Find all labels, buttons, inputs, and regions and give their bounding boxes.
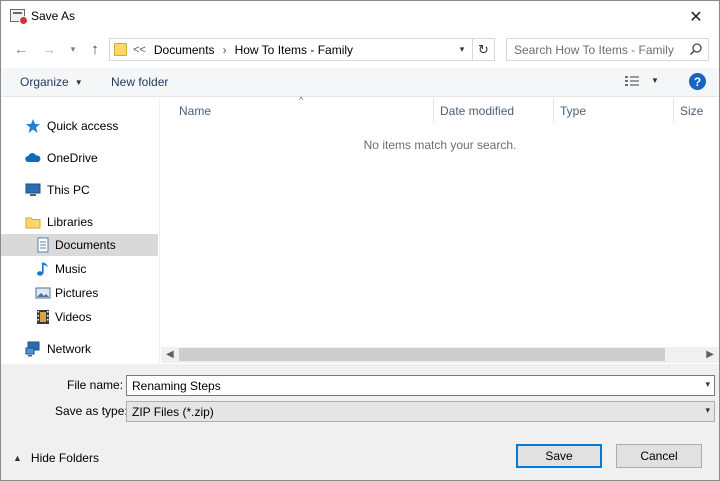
refresh-icon: ↻ xyxy=(478,41,489,57)
sidebar-item-label: Videos xyxy=(55,310,92,324)
sidebar-item-label: Libraries xyxy=(47,215,94,229)
navigation-pane: Quick access OneDrive This PC Libraries xyxy=(1,98,160,363)
star-icon xyxy=(26,119,40,133)
column-header-date-modified[interactable]: Date modified xyxy=(440,98,514,124)
chevron-down-icon: ▾ xyxy=(70,43,76,54)
up-button[interactable]: ↑ xyxy=(85,39,105,59)
sidebar-item-libraries[interactable]: Libraries xyxy=(1,211,158,233)
view-options-icon[interactable] xyxy=(625,75,639,87)
sidebar-item-label: Music xyxy=(55,262,87,276)
sidebar-item-label: Quick access xyxy=(47,119,119,133)
scroll-left-icon[interactable]: ◀ xyxy=(166,349,174,360)
save-as-type-select[interactable]: ZIP Files (*.zip) ▾ xyxy=(126,401,715,422)
refresh-button[interactable]: ↻ xyxy=(472,39,494,60)
help-button[interactable]: ? xyxy=(689,73,706,90)
back-button[interactable]: ← xyxy=(11,39,31,59)
breadcrumb-overflow[interactable]: << xyxy=(133,44,146,56)
network-icon xyxy=(25,341,40,357)
chevron-down-icon: ▾ xyxy=(705,405,710,415)
breadcrumb-item-current[interactable]: How To Items - Family xyxy=(235,43,353,57)
sidebar-item-label: Documents xyxy=(55,238,116,252)
column-divider[interactable] xyxy=(553,98,554,124)
title-bar: Save As ✕ xyxy=(1,1,719,32)
recent-locations-button[interactable]: ▾ xyxy=(65,39,81,59)
film-icon xyxy=(37,310,49,324)
save-form: File name: Renaming Steps ▾ Save as type… xyxy=(1,364,719,480)
breadcrumb-item-documents[interactable]: Documents xyxy=(154,43,215,57)
close-button[interactable]: ✕ xyxy=(673,1,719,32)
column-header-name[interactable]: Name xyxy=(179,98,211,124)
scroll-right-icon[interactable]: ▶ xyxy=(706,349,714,360)
save-as-type-value: ZIP Files (*.zip) xyxy=(132,405,214,419)
cancel-button[interactable]: Cancel xyxy=(616,444,702,468)
file-list: ^ Name Date modified Type Size No items … xyxy=(161,95,719,363)
sidebar-item-quick-access[interactable]: Quick access xyxy=(1,115,158,137)
organize-button[interactable]: Organize ▼ xyxy=(20,75,83,89)
command-bar: Organize ▼ New folder ▼ ? xyxy=(1,68,719,97)
sort-ascending-icon: ^ xyxy=(299,95,304,105)
window-title: Save As xyxy=(31,9,76,23)
close-icon: ✕ xyxy=(689,8,703,26)
sidebar-item-videos[interactable]: Videos xyxy=(1,306,158,328)
save-button[interactable]: Save xyxy=(516,444,602,468)
view-dropdown-icon[interactable]: ▼ xyxy=(651,76,659,85)
address-bar[interactable]: << Documents › How To Items - Family ▾ ↻ xyxy=(109,38,495,61)
arrow-right-icon: → xyxy=(42,41,56,57)
arrow-left-icon: ← xyxy=(14,41,28,57)
sidebar-item-label: This PC xyxy=(47,183,90,197)
sidebar-item-label: OneDrive xyxy=(47,151,98,165)
help-icon: ? xyxy=(693,74,702,89)
sidebar-item-documents[interactable]: Documents xyxy=(1,234,158,256)
sidebar-item-label: Pictures xyxy=(55,286,99,300)
picture-icon xyxy=(35,287,51,299)
chevron-right-icon[interactable]: › xyxy=(223,43,227,57)
navigation-row: ← → ▾ ↑ << Documents › How To Items - Fa… xyxy=(1,36,719,62)
sidebar-item-network[interactable]: Network xyxy=(1,338,158,360)
sidebar-item-this-pc[interactable]: This PC xyxy=(1,179,158,201)
arrow-up-icon: ↑ xyxy=(91,40,99,58)
column-header-type[interactable]: Type xyxy=(560,98,586,124)
forward-button[interactable]: → xyxy=(39,39,59,59)
chevron-down-icon[interactable]: ▾ xyxy=(705,379,710,390)
library-folder-icon xyxy=(25,217,41,229)
cloud-icon xyxy=(25,153,41,162)
file-name-value: Renaming Steps xyxy=(132,379,221,393)
computer-icon xyxy=(25,183,41,196)
caret-down-icon: ▼ xyxy=(74,77,83,87)
sidebar-item-pictures[interactable]: Pictures xyxy=(1,282,158,304)
chevron-down-icon: ▾ xyxy=(459,44,465,54)
sidebar-item-onedrive[interactable]: OneDrive xyxy=(1,147,158,169)
hide-folders-button[interactable]: ▲ Hide Folders xyxy=(13,451,99,465)
save-as-dialog: Save As ✕ ← → ▾ ↑ << Documents › How To … xyxy=(0,0,720,481)
scrollbar-thumb[interactable] xyxy=(179,348,665,361)
organize-label: Organize xyxy=(20,75,69,89)
new-folder-button[interactable]: New folder xyxy=(111,75,168,89)
sidebar-item-music[interactable]: Music xyxy=(1,258,158,280)
file-name-label: File name: xyxy=(67,378,124,392)
empty-results-message: No items match your search. xyxy=(363,138,517,152)
chevron-up-icon: ▲ xyxy=(13,453,22,463)
document-icon xyxy=(37,237,49,253)
search-icon[interactable] xyxy=(689,42,703,56)
breadcrumb: << Documents › How To Items - Family xyxy=(133,43,353,57)
file-name-field[interactable]: Renaming Steps ▾ xyxy=(126,375,715,396)
sidebar-item-label: Network xyxy=(47,342,92,356)
search-placeholder: Search How To Items - Family xyxy=(514,43,674,57)
address-dropdown-button[interactable]: ▾ xyxy=(454,40,470,59)
save-dialog-icon xyxy=(10,9,28,25)
hide-folders-label: Hide Folders xyxy=(30,451,99,465)
column-divider[interactable] xyxy=(673,98,674,124)
horizontal-scrollbar[interactable]: ◀ ▶ xyxy=(161,347,719,363)
column-divider[interactable] xyxy=(433,98,434,124)
music-note-icon xyxy=(37,262,48,276)
column-header-size[interactable]: Size xyxy=(680,98,703,124)
search-input[interactable]: Search How To Items - Family xyxy=(506,38,709,61)
folder-icon xyxy=(114,43,127,56)
save-as-type-label: Save as type: xyxy=(55,404,128,418)
